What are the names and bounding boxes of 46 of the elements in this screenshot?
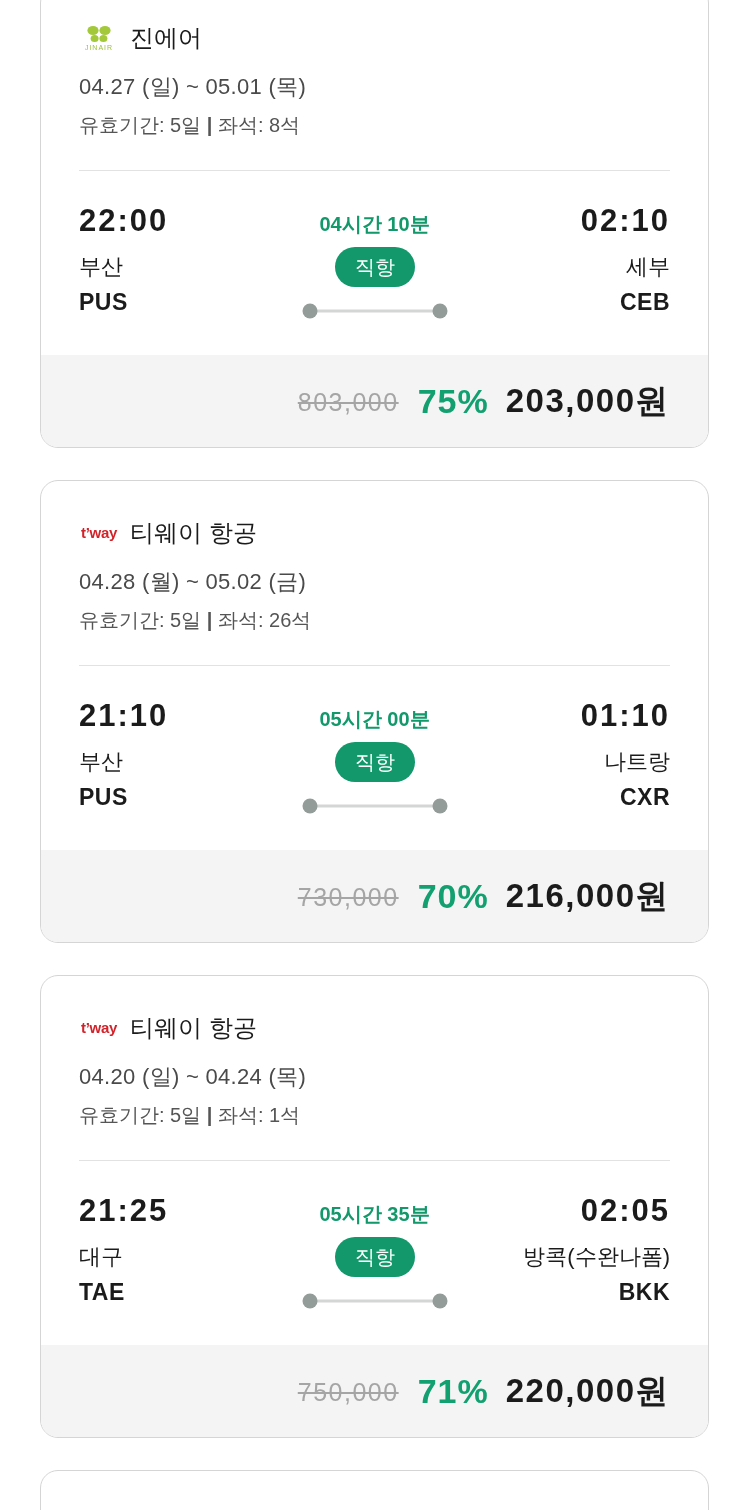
original-price: 730,000	[297, 882, 399, 913]
sale-price: 220,000원	[505, 1371, 670, 1411]
flight-duration: 04시간 10분	[319, 212, 430, 237]
arrival-city: 세부	[626, 253, 670, 281]
departure-time: 21:25	[79, 1193, 169, 1229]
departure-city: 부산	[79, 748, 123, 776]
validity-seats-info: 유효기간: 5일 | 좌석: 8석	[79, 113, 302, 138]
arrival-airport-code: CEB	[619, 288, 670, 317]
travel-dates: 04.27 (일) ~ 05.01 (목)	[79, 73, 307, 101]
travel-dates: 04.28 (월) ~ 05.02 (금)	[79, 568, 307, 596]
airline-logo: t’way	[80, 524, 118, 542]
arrival-airport-code: BKK	[618, 1278, 670, 1307]
departure-city: 대구	[79, 1243, 123, 1271]
original-price: 750,000	[297, 1377, 399, 1408]
discount-rate: 70%	[417, 876, 489, 916]
departure-airport-code: PUS	[79, 783, 128, 812]
discount-rate: 71%	[417, 1371, 489, 1411]
arrival-time: 02:10	[580, 203, 670, 239]
sale-price: 203,000원	[505, 381, 670, 421]
arrival-city: 나트랑	[604, 748, 670, 776]
nonstop-badge: 직항	[334, 247, 415, 287]
flight-card[interactable]: t’way 티웨이 항공 04.20 (일) ~ 04.24 (목) 유효기간: 5일 | 좌석: 1석 21:25 대구 TAE 05시간 35분 직항 02:05 방콕(수완나폼) BKK 750,000 71% 220,000원	[40, 975, 709, 1438]
airline-logo: t’way	[80, 1019, 118, 1037]
departure-airport-code: PUS	[79, 288, 128, 317]
arrival-city: 방콕(수완나폼)	[523, 1243, 670, 1271]
validity-seats-info: 유효기간: 5일 | 좌석: 26석	[79, 608, 313, 633]
departure-airport-code: TAE	[79, 1278, 125, 1307]
departure-time: 22:00	[79, 203, 169, 239]
nonstop-badge: 직항	[334, 742, 415, 782]
airline-name: 티웨이 항공	[130, 1014, 257, 1042]
departure-time: 21:10	[79, 698, 169, 734]
travel-dates: 04.20 (일) ~ 04.24 (목)	[79, 1063, 307, 1091]
flight-duration: 05시간 00분	[319, 707, 430, 732]
arrival-time: 02:05	[580, 1193, 670, 1229]
nonstop-badge: 직항	[334, 1237, 415, 1277]
airline-name: 진에어	[130, 24, 202, 52]
validity-seats-info: 유효기간: 5일 | 좌석: 1석	[79, 1103, 302, 1128]
airline-name: 티웨이 항공	[130, 519, 257, 547]
flight-duration: 05시간 35분	[319, 1202, 430, 1227]
original-price: 803,000	[297, 387, 399, 418]
flight-card[interactable]: t’way 티웨이 항공 04.28 (월) ~ 05.02 (금) 유효기간: 5일 | 좌석: 26석 21:10 부산 PUS 05시간 00분 직항 01:10 나트랑 CXR 730,000 70% 216,000원	[40, 480, 709, 943]
departure-city: 부산	[79, 253, 123, 281]
arrival-time: 01:10	[580, 698, 670, 734]
arrival-airport-code: CXR	[619, 783, 670, 812]
sale-price: 216,000원	[505, 876, 670, 916]
discount-rate: 75%	[417, 381, 489, 421]
